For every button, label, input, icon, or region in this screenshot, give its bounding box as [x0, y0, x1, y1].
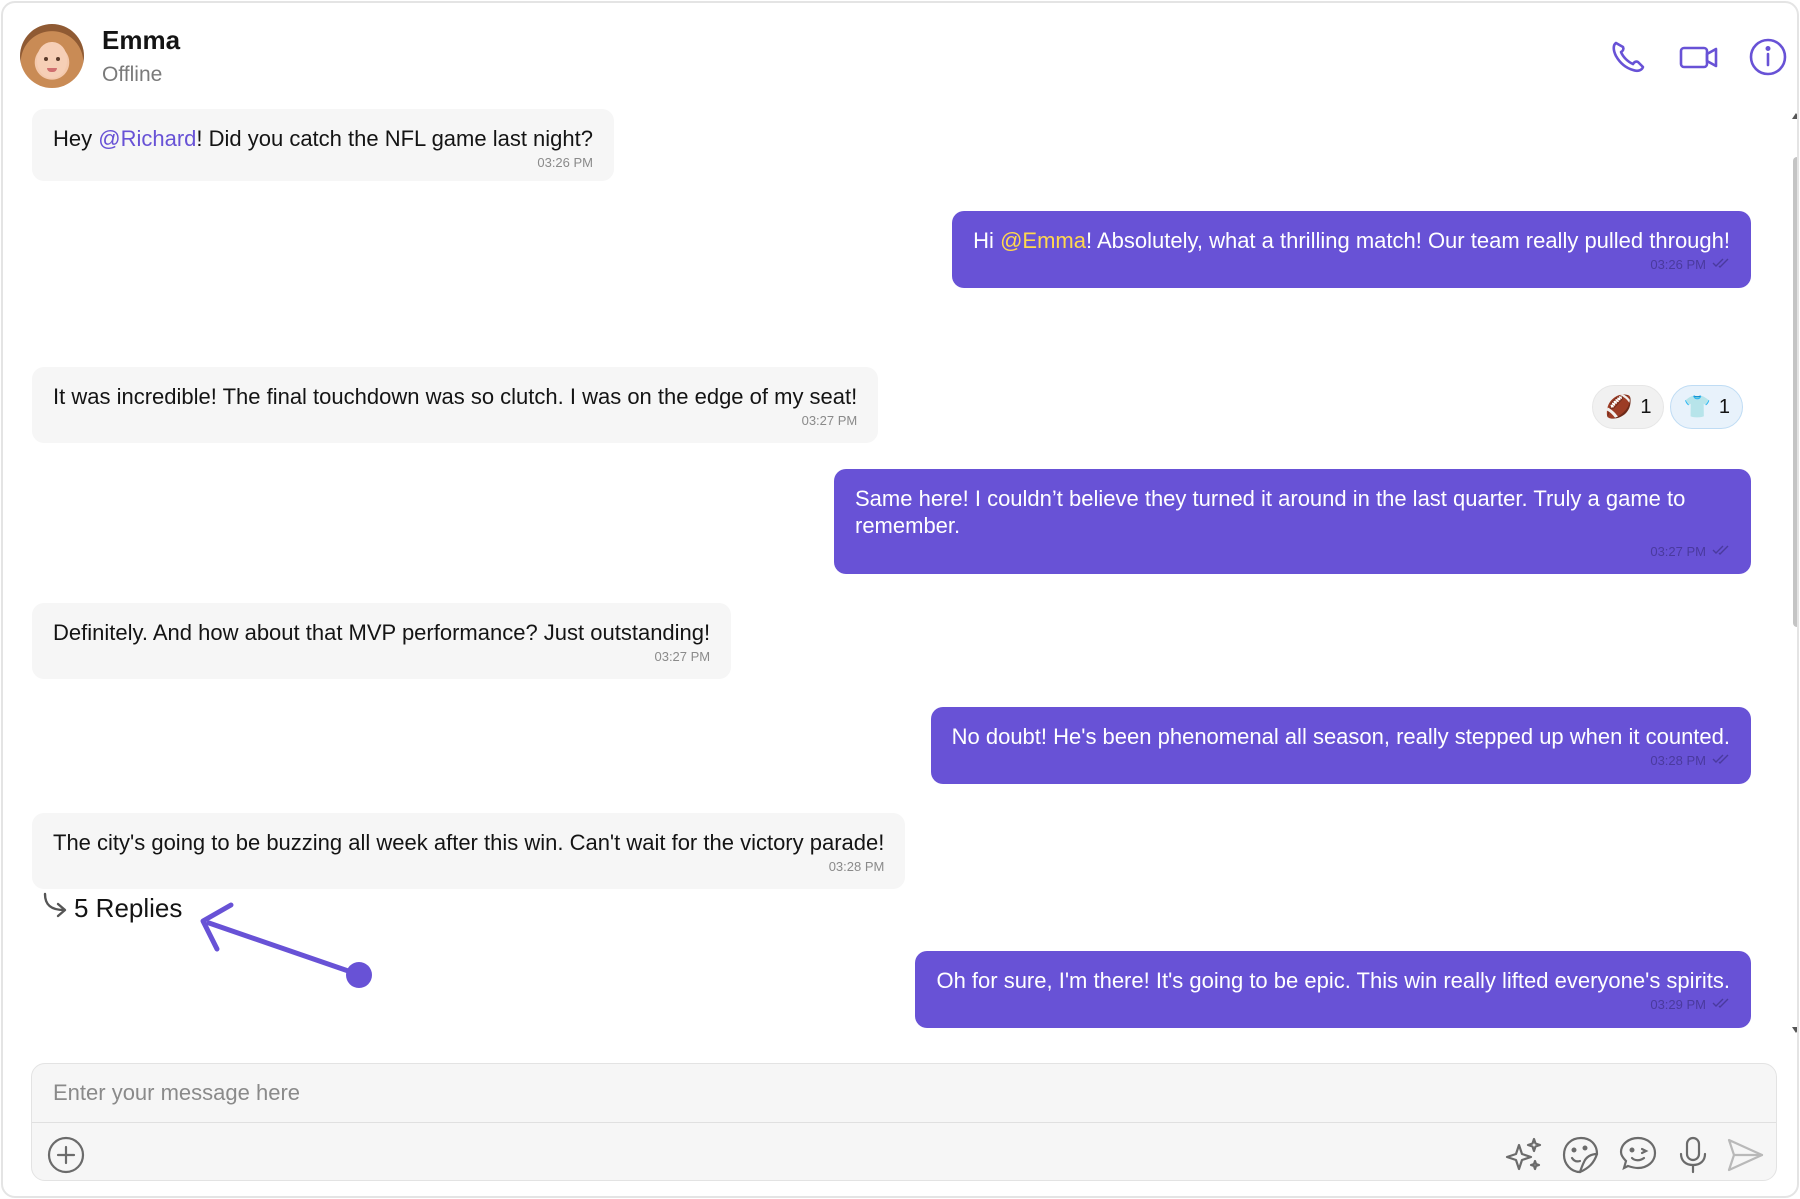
message-text: Hey @Richard! Did you catch the NFL game…	[53, 125, 593, 152]
message-time: 03:27 PM	[801, 413, 858, 428]
message-bubble-outgoing[interactable]: Same here! I couldn’t believe they turne…	[834, 469, 1751, 574]
message-composer	[31, 1063, 1777, 1181]
message-time: 03:29 PM	[1650, 997, 1706, 1012]
replies-count: 5 Replies	[74, 893, 183, 923]
football-icon: 🏈	[1604, 394, 1633, 419]
message-text: Hi @Emma! Absolutely, what a thrilling m…	[973, 227, 1730, 254]
contact-status: Offline	[102, 63, 163, 86]
message-time: 03:27 PM	[654, 649, 711, 664]
message-bubble-incoming[interactable]: The city's going to be buzzing all week …	[32, 813, 906, 889]
message-text-part: ! Did you catch the NFL game last night?	[196, 126, 594, 151]
jersey-icon: 👕	[1683, 394, 1711, 419]
thread-replies-link[interactable]: 5 Replies	[40, 890, 182, 927]
phone-icon[interactable]	[1606, 35, 1650, 79]
scroll-thumb[interactable]	[1793, 157, 1797, 627]
video-icon[interactable]	[1677, 35, 1721, 79]
reply-arrow-icon	[40, 890, 70, 927]
message-text: Oh for sure, I'm there! It's going to be…	[936, 968, 1730, 993]
message-bubble-incoming[interactable]: Hey @Richard! Did you catch the NFL game…	[32, 109, 615, 181]
message-time: 03:28 PM	[828, 859, 885, 874]
reaction-count: 1	[1718, 395, 1730, 418]
message-scrollbar[interactable]	[1790, 109, 1797, 1037]
message-text: Definitely. And how about that MVP perfo…	[53, 620, 711, 645]
composer-divider	[32, 1122, 1776, 1123]
avatar[interactable]	[20, 24, 84, 88]
chat-header: Emma Offline	[3, 3, 1797, 109]
contact-name: Emma	[102, 25, 181, 55]
message-input[interactable]	[32, 1064, 1776, 1122]
sticker-icon[interactable]	[1559, 1133, 1603, 1177]
message-bubble-incoming[interactable]: Definitely. And how about that MVP perfo…	[32, 603, 732, 679]
message-bubble-incoming[interactable]: It was incredible! The final touchdown w…	[32, 367, 879, 443]
message-time: 03:28 PM	[1650, 753, 1706, 768]
message-text: No doubt! He's been phenomenal all seaso…	[951, 724, 1730, 749]
reaction-count: 1	[1640, 395, 1652, 418]
message-text: It was incredible! The final touchdown w…	[53, 384, 858, 409]
message-time: 03:27 PM	[1650, 544, 1706, 559]
ai-sparkle-icon[interactable]	[1502, 1133, 1546, 1177]
message-time: 03:26 PM	[1650, 257, 1706, 272]
message-text-part: ! Absolutely, what a thrilling match! Ou…	[1085, 228, 1730, 253]
message-text: Same here! I couldn’t believe they turne…	[855, 486, 1686, 538]
message-bubble-outgoing[interactable]: Hi @Emma! Absolutely, what a thrilling m…	[952, 211, 1751, 288]
scroll-down-arrow[interactable]	[1792, 1027, 1797, 1033]
message-bubble-outgoing[interactable]: No doubt! He's been phenomenal all seaso…	[930, 707, 1751, 784]
add-attachment-icon[interactable]	[44, 1133, 88, 1177]
avatar-face	[37, 42, 67, 78]
message-text-part: Hi	[973, 228, 1001, 253]
read-receipt-icon	[1712, 997, 1730, 1013]
reaction-bar: 🏈 1 👕 1	[1591, 385, 1743, 429]
scroll-up-arrow[interactable]	[1792, 113, 1797, 119]
avatar-eye	[56, 57, 60, 61]
microphone-icon[interactable]	[1671, 1133, 1715, 1177]
message-time: 03:26 PM	[537, 155, 594, 170]
read-receipt-icon	[1712, 544, 1730, 560]
read-receipt-icon	[1712, 753, 1730, 769]
message-text-part: Hey	[53, 126, 99, 151]
mention[interactable]: @Richard	[98, 126, 196, 151]
reaction-chip[interactable]: 🏈 1	[1591, 385, 1665, 429]
info-icon[interactable]	[1746, 35, 1790, 79]
message-text: The city's going to be buzzing all week …	[53, 830, 885, 855]
mention[interactable]: @Emma	[1000, 228, 1086, 253]
message-bubble-outgoing[interactable]: Oh for sure, I'm there! It's going to be…	[915, 951, 1751, 1028]
message-list[interactable]: Hey @Richard! Did you catch the NFL game…	[3, 109, 1791, 1037]
chat-window: Emma Offline Hey @Richard! Did you catch…	[1, 1, 1799, 1198]
send-icon[interactable]	[1723, 1133, 1767, 1177]
read-receipt-icon	[1712, 257, 1730, 273]
avatar-eye	[44, 57, 48, 61]
reaction-chip[interactable]: 👕 1	[1670, 385, 1743, 429]
emoji-icon[interactable]	[1616, 1133, 1660, 1177]
